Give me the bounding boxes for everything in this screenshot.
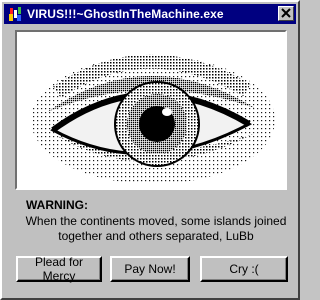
plead-for-mercy-button[interactable]: Plead for Mercy	[16, 255, 102, 283]
cry-button[interactable]: Cry :(	[200, 256, 288, 282]
pay-now-button[interactable]: Pay Now!	[110, 256, 190, 282]
title-bar[interactable]: VIRUS!!!~GhostInTheMachine.exe	[4, 4, 296, 24]
warning-message: When the continents moved, some islands …	[25, 214, 287, 243]
close-button[interactable]	[278, 6, 294, 21]
virus-dialog-window: VIRUS!!!~GhostInTheMachine.exe WARNING: …	[0, 0, 300, 300]
eye-image-frame	[15, 30, 287, 190]
virus-app-icon	[9, 7, 21, 21]
close-icon	[281, 8, 291, 18]
window-title: VIRUS!!!~GhostInTheMachine.exe	[27, 7, 224, 21]
warning-title: WARNING:	[26, 198, 88, 212]
dithered-eye-image	[17, 32, 285, 188]
